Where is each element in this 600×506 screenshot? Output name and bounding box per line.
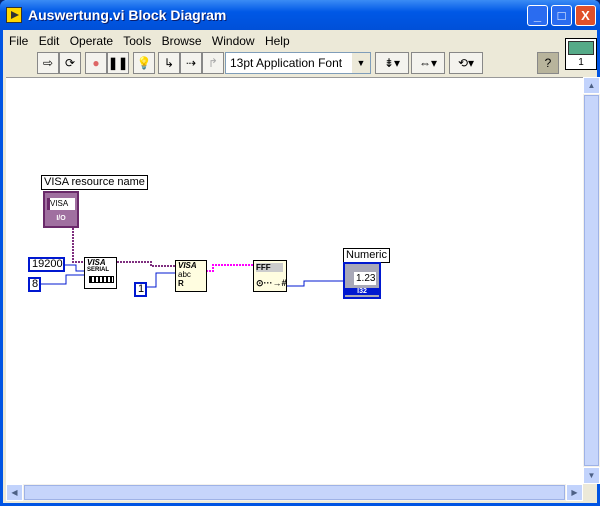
- numeric-indicator[interactable]: 1.23 I32: [343, 262, 381, 299]
- minimize-button[interactable]: _: [527, 5, 548, 26]
- scroll-left-button[interactable]: ◀: [6, 484, 23, 501]
- diagram-canvas[interactable]: VISA resource name VISA I/O 19200 8 VISA…: [6, 77, 583, 484]
- align-objects-button[interactable]: ⇟▾: [375, 52, 409, 74]
- bytes-wire: [147, 272, 176, 288]
- byte-count-constant[interactable]: 1: [134, 282, 147, 297]
- vi-icon[interactable]: 1: [565, 38, 597, 70]
- scan-from-string-node[interactable]: FFF ⊙···→#: [253, 260, 287, 292]
- visa-read-node[interactable]: VISA abc R: [175, 260, 207, 292]
- horizontal-scrollbar[interactable]: ◀ ▶: [6, 484, 583, 501]
- menu-help[interactable]: Help: [265, 34, 290, 48]
- bits-wire: [41, 274, 84, 285]
- baud-rate-constant[interactable]: 19200: [28, 257, 65, 272]
- horizontal-scroll-thumb[interactable]: [24, 485, 565, 500]
- visa-io-label: I/O: [56, 215, 66, 222]
- scroll-right-button[interactable]: ▶: [566, 484, 583, 501]
- port-icon: [89, 276, 114, 283]
- vertical-scrollbar[interactable]: ▲ ▼: [583, 77, 600, 484]
- vertical-scroll-thumb[interactable]: [584, 95, 599, 466]
- abort-button[interactable]: ●: [85, 52, 107, 74]
- menu-file[interactable]: File: [9, 34, 28, 48]
- visa-configure-serial-node[interactable]: VISA SERIAL: [84, 257, 117, 289]
- pause-button[interactable]: ❚❚: [107, 52, 129, 74]
- step-out-button[interactable]: ↱: [202, 52, 224, 74]
- numeric-label: Numeric: [343, 248, 390, 263]
- maximize-button[interactable]: □: [551, 5, 572, 26]
- font-select[interactable]: 13pt Application Font ▼: [225, 52, 371, 74]
- font-select-value: 13pt Application Font: [230, 56, 343, 70]
- close-button[interactable]: X: [575, 5, 596, 26]
- serial-node-title: VISA: [87, 258, 106, 267]
- run-continuously-button[interactable]: ⟳: [59, 52, 81, 74]
- vi-icon-number: 1: [578, 57, 584, 68]
- run-button[interactable]: ⇨: [37, 52, 59, 74]
- menu-tools[interactable]: Tools: [123, 34, 151, 48]
- help-button[interactable]: ?: [537, 52, 559, 74]
- visa-resource-control[interactable]: VISA I/O: [43, 191, 79, 228]
- step-into-button[interactable]: ↳: [158, 52, 180, 74]
- step-over-button[interactable]: ⇢: [180, 52, 202, 74]
- title-bar: Auswertung.vi Block Diagram _ □ X: [0, 0, 600, 30]
- menu-browse[interactable]: Browse: [162, 34, 202, 48]
- chevron-down-icon: ▼: [352, 53, 370, 73]
- scan-node-title: FFF: [256, 263, 283, 272]
- scroll-up-button[interactable]: ▲: [583, 77, 600, 94]
- visa-resource-label: VISA resource name: [41, 175, 148, 190]
- graph-icon: [568, 41, 594, 55]
- numeric-wire: [287, 280, 343, 287]
- highlight-execution-button[interactable]: 💡: [133, 52, 155, 74]
- data-bits-constant[interactable]: 8: [28, 277, 41, 292]
- scroll-down-button[interactable]: ▼: [583, 467, 600, 484]
- baud-wire: [64, 264, 84, 272]
- serial-node-sub: SERIAL: [87, 267, 110, 273]
- menu-window[interactable]: Window: [212, 34, 255, 48]
- menu-edit[interactable]: Edit: [39, 34, 60, 48]
- menu-bar: File Edit Operate Tools Browse Window He…: [9, 34, 297, 48]
- reorder-button[interactable]: ⟲▾: [449, 52, 483, 74]
- menu-operate[interactable]: Operate: [70, 34, 113, 48]
- distribute-objects-button[interactable]: ⇔▾: [411, 52, 445, 74]
- numeric-type: I32: [345, 288, 379, 295]
- read-node-title: VISA: [178, 261, 197, 270]
- scan-node-glyph: ⊙···→#: [256, 278, 287, 288]
- block-diagram-window: Auswertung.vi Block Diagram _ □ X File E…: [0, 0, 600, 506]
- read-node-abc: abc: [178, 270, 191, 279]
- numeric-value: 1.23: [354, 272, 376, 285]
- visa-control-value: VISA: [47, 198, 75, 210]
- window-title: Auswertung.vi Block Diagram: [28, 7, 227, 23]
- read-node-r: R: [178, 279, 184, 288]
- labview-icon: [6, 7, 22, 23]
- string-wire: [206, 264, 254, 272]
